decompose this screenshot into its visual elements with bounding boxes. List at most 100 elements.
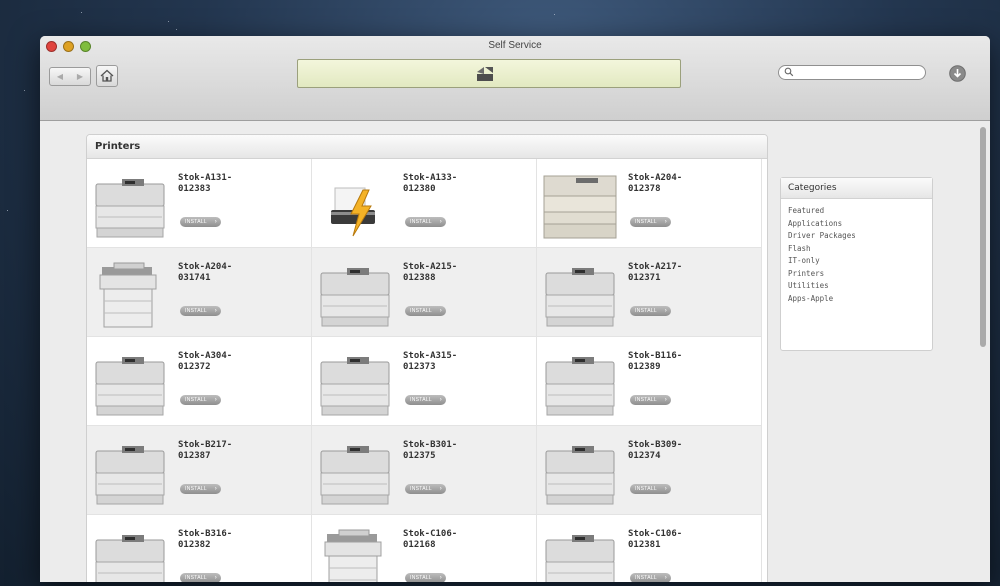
category-item[interactable]: Applications (788, 218, 932, 231)
install-button[interactable]: INSTALL › (180, 484, 222, 494)
printer-item[interactable]: Stok-B309- 012374 INSTALL › (537, 426, 762, 515)
printers-panel-title: Printers (87, 135, 767, 159)
laser-printer-icon (92, 172, 168, 242)
install-button-label: INSTALL (185, 575, 208, 581)
self-service-window: Self Service ◀ ▶ Printers Stok-A131- 012… (40, 36, 990, 582)
laser-printer-icon (317, 439, 393, 509)
printer-item[interactable]: Stok-C106- 012381 INSTALL › (537, 515, 762, 582)
printer-name: Stok-B309- 012374 (628, 440, 683, 461)
install-button[interactable]: INSTALL › (405, 484, 447, 494)
install-button-label: INSTALL (185, 219, 208, 225)
category-item[interactable]: Utilities (788, 280, 932, 293)
install-button-label: INSTALL (185, 397, 208, 403)
install-button-label: INSTALL (635, 575, 658, 581)
categories-panel: Categories Featured Applications Driver Pa… (780, 177, 933, 351)
category-item[interactable]: IT-only (788, 255, 932, 268)
printer-item[interactable]: Stok-B217- 012387 INSTALL › (87, 426, 312, 515)
chevron-right-icon: › (214, 486, 218, 492)
star (81, 12, 82, 13)
install-button-label: INSTALL (635, 486, 658, 492)
categories-title: Categories (781, 178, 932, 199)
install-button[interactable]: INSTALL › (405, 573, 447, 582)
star (24, 90, 25, 91)
printer-item[interactable]: Stok-B301- 012375 INSTALL › (312, 426, 537, 515)
printer-item[interactable]: Stok-B116- 012389 INSTALL › (537, 337, 762, 426)
printer-name: Stok-A131- 012383 (178, 173, 233, 194)
install-button-label: INSTALL (410, 308, 433, 314)
printer-name: Stok-A215- 012388 (403, 262, 458, 283)
chevron-right-icon: › (439, 219, 443, 225)
printer-item[interactable]: Stok-A204- 031741 INSTALL › (87, 248, 312, 337)
printer-item[interactable]: Stok-B316- 012382 INSTALL › (87, 515, 312, 582)
star (554, 14, 555, 15)
chevron-right-icon: › (439, 308, 443, 314)
printers-grid: Stok-A131- 012383 INSTALL › Stok-A133- 012… (87, 159, 767, 582)
install-button[interactable]: INSTALL › (180, 573, 222, 582)
chevron-right-icon: › (214, 308, 218, 314)
printer-item[interactable]: Stok-A304- 012372 INSTALL › (87, 337, 312, 426)
printer-item[interactable]: Stok-C106- 012168 INSTALL › (312, 515, 537, 582)
category-item[interactable]: Printers (788, 268, 932, 281)
printer-item[interactable]: Stok-A215- 012388 INSTALL › (312, 248, 537, 337)
chevron-right-icon: › (664, 308, 668, 314)
search-icon (784, 67, 794, 77)
install-button-label: INSTALL (410, 575, 433, 581)
printer-item[interactable]: Stok-A133- 012380 INSTALL › (312, 159, 537, 248)
install-button-label: INSTALL (410, 219, 433, 225)
chevron-right-icon: › (664, 575, 668, 581)
laser-printer-icon (92, 528, 168, 582)
install-button[interactable]: INSTALL › (180, 395, 222, 405)
category-item[interactable]: Driver Packages (788, 230, 932, 243)
printer-name: Stok-A217- 012371 (628, 262, 683, 283)
scrollbar[interactable] (980, 127, 986, 347)
copier-icon (317, 528, 393, 582)
back-forward-control: ◀ ▶ (49, 67, 91, 86)
install-button[interactable]: INSTALL › (630, 306, 672, 316)
star (168, 21, 169, 22)
search-input[interactable] (778, 65, 926, 80)
category-item[interactable]: Featured (788, 205, 932, 218)
home-icon (100, 69, 114, 82)
chevron-right-icon: › (439, 397, 443, 403)
laser-printer-icon (542, 528, 618, 582)
printer-name: Stok-B217- 012387 (178, 440, 233, 461)
chevron-right-icon: › (214, 575, 218, 581)
install-button[interactable]: INSTALL › (630, 395, 672, 405)
laser-printer-icon (92, 350, 168, 420)
install-button[interactable]: INSTALL › (630, 484, 672, 494)
install-button[interactable]: INSTALL › (180, 217, 222, 227)
printer-name: Stok-B116- 012389 (628, 351, 683, 372)
install-button[interactable]: INSTALL › (630, 217, 672, 227)
printer-lightning-icon (317, 172, 393, 242)
printer-name: Stok-A204- 012378 (628, 173, 683, 194)
laser-printer-icon (92, 439, 168, 509)
install-button[interactable]: INSTALL › (630, 573, 672, 582)
install-button[interactable]: INSTALL › (405, 217, 447, 227)
printer-item[interactable]: Stok-A204- 012378 INSTALL › (537, 159, 762, 248)
category-item[interactable]: Apps-Apple (788, 293, 932, 306)
main-content: Printers Stok-A131- 012383 INSTALL › Stok-… (40, 121, 990, 582)
categories-list: Featured Applications Driver Packages Flash… (781, 199, 932, 305)
install-button-label: INSTALL (410, 486, 433, 492)
forward-button[interactable]: ▶ (77, 72, 83, 81)
install-button[interactable]: INSTALL › (405, 395, 447, 405)
install-button[interactable]: INSTALL › (405, 306, 447, 316)
window-title: Self Service (488, 40, 542, 51)
download-icon[interactable] (949, 65, 966, 82)
home-button[interactable] (96, 65, 118, 87)
install-button-label: INSTALL (635, 397, 658, 403)
install-button[interactable]: INSTALL › (180, 306, 222, 316)
copier-icon (92, 261, 168, 331)
laser-printer-icon (542, 350, 618, 420)
printer-item[interactable]: Stok-A131- 012383 INSTALL › (87, 159, 312, 248)
printer-item[interactable]: Stok-A217- 012371 INSTALL › (537, 248, 762, 337)
chevron-right-icon: › (664, 397, 668, 403)
category-item[interactable]: Flash (788, 243, 932, 256)
printer-name: Stok-A304- 012372 (178, 351, 233, 372)
self-service-logo-icon (477, 67, 493, 81)
laser-printer-icon (542, 439, 618, 509)
printer-name: Stok-A315- 012373 (403, 351, 458, 372)
chevron-right-icon: › (664, 486, 668, 492)
back-button[interactable]: ◀ (57, 72, 63, 81)
printer-item[interactable]: Stok-A315- 012373 INSTALL › (312, 337, 537, 426)
